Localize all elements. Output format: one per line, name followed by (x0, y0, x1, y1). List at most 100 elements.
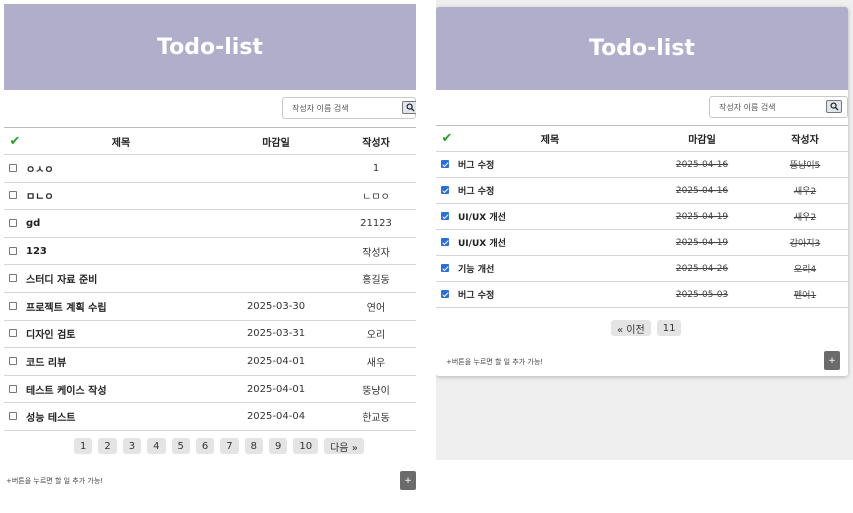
row-checkbox-cell[interactable] (4, 402, 26, 431)
todo-title[interactable]: UI/UX 개선 (458, 229, 642, 256)
todo-title[interactable]: 123 (26, 237, 216, 266)
row-checkbox[interactable] (440, 264, 449, 272)
row-checkbox-cell[interactable] (4, 209, 26, 238)
table-row[interactable]: UI/UX 개선 2025-04-19 새우2 (436, 203, 848, 230)
todo-author: 새우2 (762, 203, 848, 230)
todo-title[interactable]: 버그 수정 (458, 151, 642, 178)
row-checkbox-cell[interactable] (4, 264, 26, 293)
table-row[interactable]: gd 21123 (4, 209, 416, 238)
todo-due-date (216, 154, 336, 183)
page-button[interactable]: « 이전 (611, 320, 651, 336)
row-checkbox[interactable] (8, 274, 17, 283)
row-checkbox-cell[interactable] (436, 151, 458, 178)
page-button[interactable]: 1 (74, 438, 93, 454)
todo-author: 홍길동 (336, 264, 416, 293)
page-button[interactable]: 5 (171, 438, 190, 454)
page-button[interactable]: 7 (220, 438, 239, 454)
row-checkbox-cell[interactable] (436, 229, 458, 256)
todo-due-date: 2025-04-19 (642, 229, 762, 256)
row-checkbox[interactable] (440, 186, 449, 194)
row-checkbox[interactable] (440, 212, 449, 220)
todo-title[interactable]: 테스트 케이스 작성 (26, 375, 216, 404)
row-checkbox[interactable] (8, 412, 17, 421)
row-checkbox[interactable] (8, 163, 17, 172)
row-checkbox-cell[interactable] (4, 347, 26, 376)
page-button[interactable]: 3 (122, 438, 142, 454)
search-input[interactable]: 작성자 이름 검색 (282, 97, 416, 119)
table-row[interactable]: 스터디 자료 준비 홍길동 (4, 264, 416, 293)
table-row[interactable]: 버그 수정 2025-04-16 새우2 (436, 177, 848, 204)
row-checkbox-cell[interactable] (436, 281, 458, 308)
page-button[interactable]: 8 (244, 438, 263, 454)
todo-due-date (216, 182, 336, 211)
add-todo-button[interactable]: + (400, 471, 416, 490)
todo-title[interactable]: UI/UX 개선 (458, 203, 642, 230)
row-checkbox[interactable] (440, 160, 449, 168)
todo-title[interactable]: 버그 수정 (458, 281, 642, 308)
search-button[interactable] (826, 100, 842, 113)
table-row[interactable]: 123 작성자 (4, 237, 416, 266)
row-checkbox[interactable] (440, 290, 449, 298)
todo-title[interactable]: ㅇㅅㅇ (26, 154, 216, 183)
page-button[interactable]: 11 (656, 320, 682, 336)
table-row[interactable]: 기능 개선 2025-04-26 오리4 (436, 255, 848, 282)
todo-title[interactable]: 성능 테스트 (26, 402, 216, 431)
page-button[interactable]: 10 (293, 438, 319, 454)
row-checkbox-cell[interactable] (4, 182, 26, 211)
table-row[interactable]: UI/UX 개선 2025-04-19 강아지3 (436, 229, 848, 256)
table-row[interactable]: 성능 테스트 2025-04-04 한교동 (4, 402, 416, 431)
row-checkbox-cell[interactable] (436, 203, 458, 230)
row-checkbox-cell[interactable] (4, 292, 26, 321)
table-row[interactable]: ㅁㄴㅇ ㄴㅁㅇ (4, 182, 416, 211)
row-checkbox[interactable] (8, 191, 17, 200)
table-row[interactable]: 버그 수정 2025-05-03 펜어1 (436, 281, 848, 308)
todo-title[interactable]: 스터디 자료 준비 (26, 264, 216, 293)
pagination: 1 2 3 4 5 6 7 8 9 10 다음 » (74, 438, 364, 454)
row-checkbox[interactable] (8, 246, 17, 255)
todo-author: 새우2 (762, 177, 848, 204)
hint-text: +버튼을 누르면 할 일 추가 가능! (446, 358, 544, 366)
todo-due-date: 2025-03-31 (216, 320, 336, 349)
page-button[interactable]: 4 (147, 438, 166, 454)
todo-title[interactable]: gd (26, 209, 216, 238)
row-checkbox-cell[interactable] (436, 255, 458, 282)
todo-title[interactable]: 코드 리뷰 (26, 347, 216, 376)
table-row[interactable]: 테스트 케이스 작성 2025-04-01 뚱냥이 (4, 375, 416, 404)
table-header-row: ✔ 제목 마감일 작성자 (4, 127, 416, 155)
table-row[interactable]: 프로젝트 계획 수립 2025-03-30 연어 (4, 292, 416, 321)
page-button[interactable]: 9 (269, 438, 288, 454)
row-checkbox[interactable] (8, 356, 17, 365)
page-button[interactable]: 다음 » (324, 438, 364, 454)
add-todo-button[interactable]: + (824, 351, 840, 370)
todo-table: ✔ 제목 마감일 작성자 버그 수정 2025-04-16 뚱냥이5 버그 수정 202… (436, 125, 848, 308)
page-title: Todo-list (4, 4, 416, 90)
page-button[interactable]: 2 (98, 438, 117, 454)
row-checkbox-cell[interactable] (4, 320, 26, 349)
table-row[interactable]: 디자인 검토 2025-03-31 오리 (4, 320, 416, 349)
column-header-title: 제목 (26, 127, 216, 155)
table-row[interactable]: ㅇㅅㅇ 1 (4, 154, 416, 183)
search-button[interactable] (402, 101, 416, 114)
table-header-row: ✔ 제목 마감일 작성자 (436, 125, 848, 152)
page-button[interactable]: 6 (195, 438, 215, 454)
todo-title[interactable]: 디자인 검토 (26, 320, 216, 349)
row-checkbox[interactable] (8, 329, 17, 338)
pagination: « 이전 11 (611, 320, 682, 336)
todo-title[interactable]: 기능 개선 (458, 255, 642, 282)
row-checkbox-cell[interactable] (4, 375, 26, 404)
todo-due-date (216, 237, 336, 266)
row-checkbox-cell[interactable] (4, 237, 26, 266)
todo-title[interactable]: 버그 수정 (458, 177, 642, 204)
row-checkbox[interactable] (440, 238, 449, 246)
table-row[interactable]: 버그 수정 2025-04-16 뚱냥이5 (436, 151, 848, 178)
todo-title[interactable]: 프로젝트 계획 수립 (26, 292, 216, 321)
todo-title[interactable]: ㅁㄴㅇ (26, 182, 216, 211)
row-checkbox[interactable] (8, 384, 17, 393)
todo-card: Todo-list 작성자 이름 검색 ✔ 제목 마감일 작성자 버그 수정 20… (436, 7, 848, 376)
row-checkbox-cell[interactable] (4, 154, 26, 183)
todo-author: 오리4 (762, 255, 848, 282)
row-checkbox-cell[interactable] (436, 177, 458, 204)
row-checkbox[interactable] (8, 301, 17, 310)
table-row[interactable]: 코드 리뷰 2025-04-01 새우 (4, 347, 416, 376)
row-checkbox[interactable] (8, 218, 17, 227)
